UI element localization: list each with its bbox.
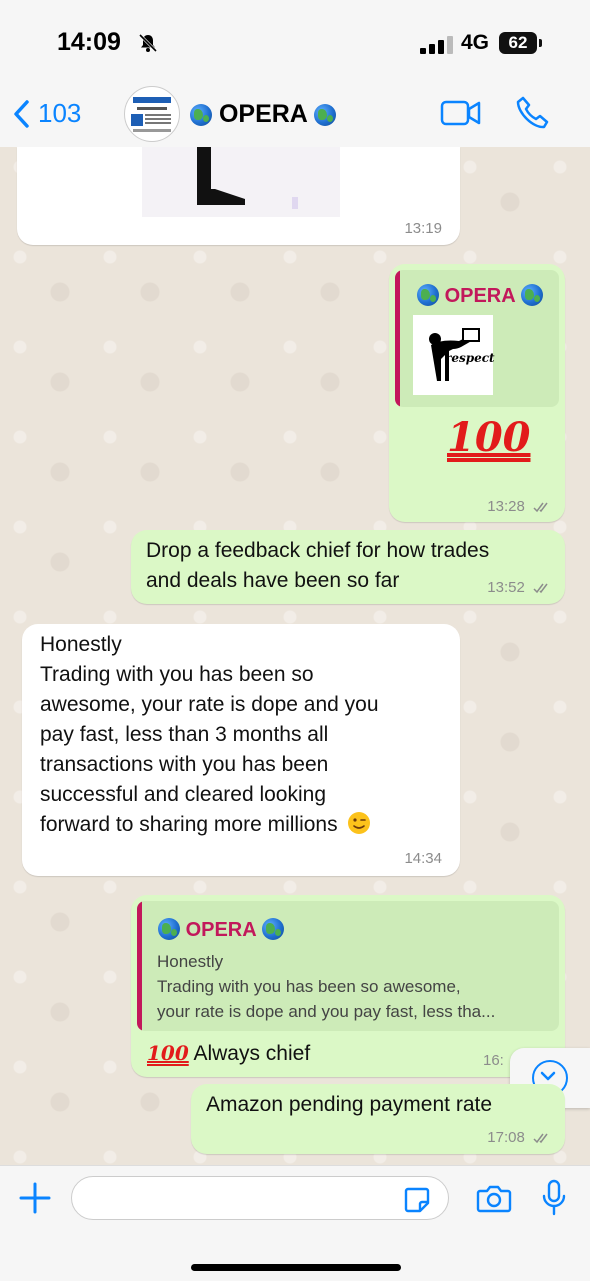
quoted-message[interactable]: OPERA respect: [395, 270, 559, 407]
message-time: 14:34: [404, 850, 442, 867]
message-time: 16:: [483, 1052, 504, 1069]
quote-image: respect: [413, 315, 495, 395]
message-time: 13:52: [487, 579, 525, 596]
chat-title-text: OPERA: [218, 100, 307, 128]
unread-count: 103: [38, 98, 82, 128]
hundred-emoji: 100: [147, 1041, 189, 1065]
home-indicator: [191, 1264, 401, 1271]
chat-header: 103 OPERA: [0, 80, 590, 148]
quote-bar: [137, 901, 142, 1031]
double-check-icon: [533, 583, 548, 593]
message-text: Drop a feedback chief for how trades and…: [146, 539, 490, 592]
bell-slash-icon: [138, 33, 158, 53]
quote-author: OPERA: [158, 918, 284, 942]
quote-text: Honestly Trading with you has been so aw…: [157, 952, 496, 1021]
avatar-image: [131, 97, 171, 132]
globe-icon: [417, 284, 439, 306]
message-text: Honestly Trading with you has been so aw…: [40, 633, 379, 836]
image-preview: [142, 147, 340, 217]
globe-icon: [190, 104, 212, 126]
video-call-icon[interactable]: [440, 98, 482, 128]
globe-icon: [520, 284, 543, 306]
status-time: 14:09: [57, 28, 121, 56]
message-time-meta: 13:52: [487, 579, 551, 596]
globe-icon: [313, 104, 336, 126]
globe-icon: [261, 918, 284, 940]
avatar[interactable]: [124, 86, 180, 142]
battery-tip: [539, 39, 542, 47]
message-outgoing[interactable]: Amazon pending payment rate 17:08: [191, 1084, 565, 1154]
message-image-incoming[interactable]: 13:19: [17, 147, 460, 245]
status-bar: 14:09 4G 62: [0, 0, 590, 90]
message-time: 17:08: [487, 1129, 525, 1146]
message-time-meta: 13:28: [487, 498, 551, 515]
plus-icon[interactable]: [18, 1181, 52, 1215]
network-type: 4G: [461, 31, 490, 54]
globe-icon: [158, 918, 180, 940]
quote-author: OPERA: [417, 284, 543, 308]
double-check-icon: [533, 1133, 548, 1143]
message-time: 13:28: [487, 498, 525, 515]
message-time: 13:19: [404, 220, 442, 237]
message-outgoing-reply[interactable]: OPERA Honestly Trading with you has been…: [131, 895, 565, 1077]
message-text: 100 Always chief: [147, 1041, 311, 1065]
message-text: Amazon pending payment rate: [206, 1093, 493, 1116]
sticker-icon[interactable]: [403, 1186, 431, 1214]
quoted-message[interactable]: OPERA Honestly Trading with you has been…: [137, 901, 559, 1031]
double-check-icon: [533, 502, 548, 512]
battery-level: 62: [499, 32, 537, 54]
message-time-meta: 17:08: [487, 1129, 551, 1146]
hundred-emoji: 100: [447, 414, 531, 461]
chat-title[interactable]: OPERA: [190, 100, 336, 129]
wink-emoji-icon: [348, 812, 371, 834]
message-outgoing[interactable]: Drop a feedback chief for how trades and…: [131, 530, 565, 604]
message-composer: [0, 1165, 590, 1281]
message-input[interactable]: [71, 1176, 449, 1220]
quote-image-caption: respect: [445, 351, 495, 365]
back-button[interactable]: 103: [12, 98, 81, 129]
camera-icon[interactable]: [476, 1183, 512, 1215]
phone-call-icon[interactable]: [515, 95, 551, 131]
signal-icon: [420, 36, 453, 54]
back-chevron-icon: [14, 99, 29, 128]
message-incoming[interactable]: Honestly Trading with you has been so aw…: [22, 624, 460, 876]
microphone-icon[interactable]: [540, 1178, 568, 1218]
quote-bar: [395, 270, 400, 407]
message-outgoing-reply[interactable]: OPERA respect 100 13:28: [389, 264, 565, 522]
